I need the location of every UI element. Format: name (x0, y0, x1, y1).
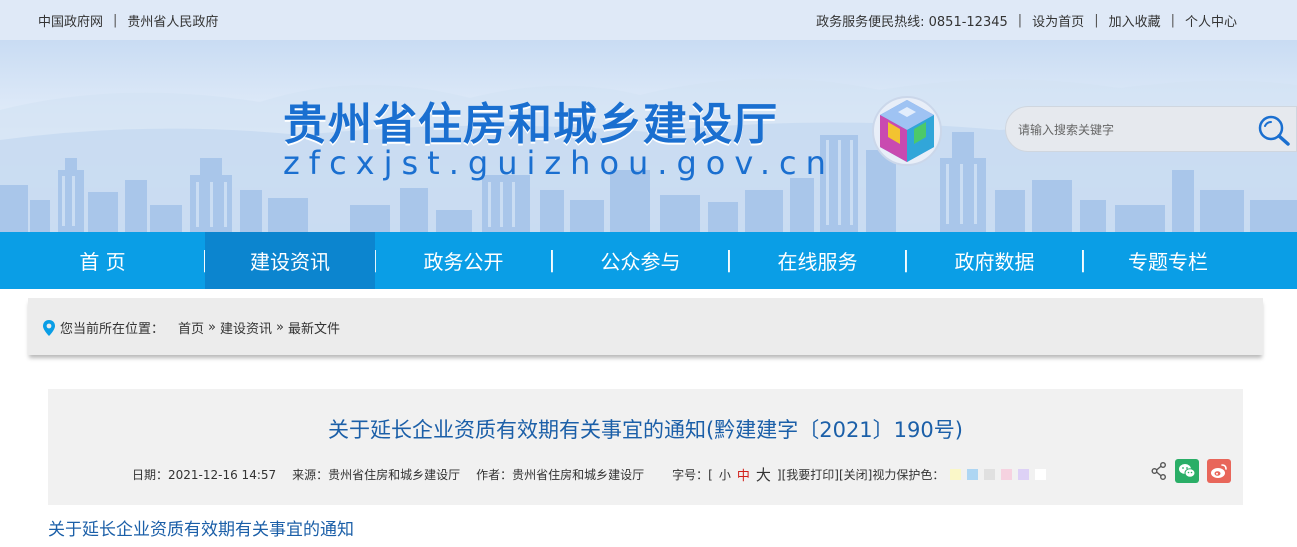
main-nav: 首 页 | 建设资讯 | 政务公开 | 公众参与 | 在线服务 | 政府数据 |… (0, 232, 1297, 289)
article-title: 关于延长企业资质有效期有关事宜的通知(黔建建字〔2021〕190号) (328, 418, 963, 442)
share-icons (1151, 459, 1231, 483)
article-source: 来源：贵州省住房和城乡建设厅 (292, 468, 461, 482)
breadcrumb-prefix: 您当前所在位置： (60, 322, 165, 337)
breadcrumb-separator: » (276, 320, 284, 335)
swatch-pink[interactable] (1001, 469, 1013, 480)
swatch-yellow[interactable] (950, 469, 962, 480)
site-title: 贵州省住房和城乡建设厅 (283, 99, 778, 150)
breadcrumb-latest-files[interactable]: 最新文件 (288, 318, 340, 337)
site-domain: zfcxjst.guizhou.gov.cn (283, 144, 835, 182)
article-meta: 日期：2021-12-16 14:57 来源：贵州省住房和城乡建设厅 作者：贵州… (132, 464, 1047, 485)
font-size-small-button[interactable]: 小 (719, 466, 731, 483)
print-button[interactable]: [我要打印] (782, 466, 839, 483)
article-date: 日期：2021-12-16 14:57 (132, 468, 277, 482)
eye-protection-swatches (950, 469, 1047, 480)
weibo-icon[interactable] (1207, 459, 1231, 483)
breadcrumb-construction-news[interactable]: 建设资讯 (220, 318, 272, 337)
nav-item-construction-news[interactable]: 建设资讯 (205, 232, 375, 289)
swatch-gray[interactable] (984, 469, 996, 480)
font-size-control: 字号：[ 小 中 大 ] (672, 464, 781, 485)
nav-item-gov-affairs[interactable]: 政务公开 (375, 232, 552, 289)
eye-protection-label: 视力保护色： (872, 468, 945, 482)
guizhou-gov-link[interactable]: 贵州省人民政府 (127, 11, 218, 30)
nav-item-home[interactable]: 首 页 (0, 232, 205, 289)
breadcrumb-separator: » (208, 320, 216, 335)
search-input[interactable] (1018, 119, 1248, 141)
personal-center-link[interactable]: 个人中心 (1185, 11, 1237, 30)
nav-item-public-participation[interactable]: 公众参与 (552, 232, 729, 289)
top-left-links: 中国政府网 | 贵州省人民政府 (38, 11, 218, 30)
divider: | (1017, 13, 1023, 28)
divider: | (113, 13, 118, 28)
font-size-medium-button[interactable]: 中 (737, 465, 750, 484)
set-homepage-link[interactable]: 设为首页 (1032, 11, 1084, 30)
nav-item-special-topics[interactable]: 专题专栏 (1083, 232, 1253, 289)
top-utility-bar: 中国政府网 | 贵州省人民政府 政务服务便民热线: 0851-12345 | 设… (0, 0, 1297, 40)
nav-item-gov-data[interactable]: 政府数据 (906, 232, 1083, 289)
font-size-large-button[interactable]: 大 (756, 464, 771, 485)
site-banner: 贵州省住房和城乡建设厅 zfcxjst.guizhou.gov.cn (0, 40, 1297, 232)
top-right-links: 政务服务便民热线: 0851-12345 | 设为首页 | 加入收藏 | 个人中… (816, 11, 1237, 30)
article-header: 关于延长企业资质有效期有关事宜的通知(黔建建字〔2021〕190号) 日期：20… (48, 389, 1243, 505)
gov-cn-link[interactable]: 中国政府网 (38, 11, 103, 30)
article-body-heading: 关于延长企业资质有效期有关事宜的通知 (48, 520, 354, 540)
divider: | (1170, 13, 1175, 28)
add-favorite-link[interactable]: 加入收藏 (1109, 11, 1161, 30)
swatch-purple[interactable] (1018, 469, 1030, 480)
site-emblem-icon (872, 96, 942, 166)
breadcrumb: 您当前所在位置： 首页 » 建设资讯 » 最新文件 (42, 318, 340, 337)
close-button[interactable]: [关闭] (839, 466, 872, 483)
hotline-text: 政务服务便民热线: 0851-12345 (816, 15, 1008, 30)
breadcrumb-panel: 您当前所在位置： 首页 » 建设资讯 » 最新文件 (28, 298, 1263, 355)
share-icon[interactable] (1151, 462, 1167, 480)
swatch-white[interactable] (1035, 469, 1047, 480)
search-box (1005, 106, 1297, 152)
swatch-blue[interactable] (967, 469, 979, 480)
divider: | (1094, 13, 1099, 28)
breadcrumb-home[interactable]: 首页 (178, 318, 204, 337)
nav-item-online-service[interactable]: 在线服务 (729, 232, 906, 289)
location-pin-icon (43, 319, 55, 336)
font-size-label: 字号：[ (672, 468, 713, 482)
wechat-icon[interactable] (1175, 459, 1199, 483)
search-icon[interactable] (1256, 113, 1292, 147)
article-author: 作者：贵州省住房和城乡建设厅 (476, 468, 645, 482)
